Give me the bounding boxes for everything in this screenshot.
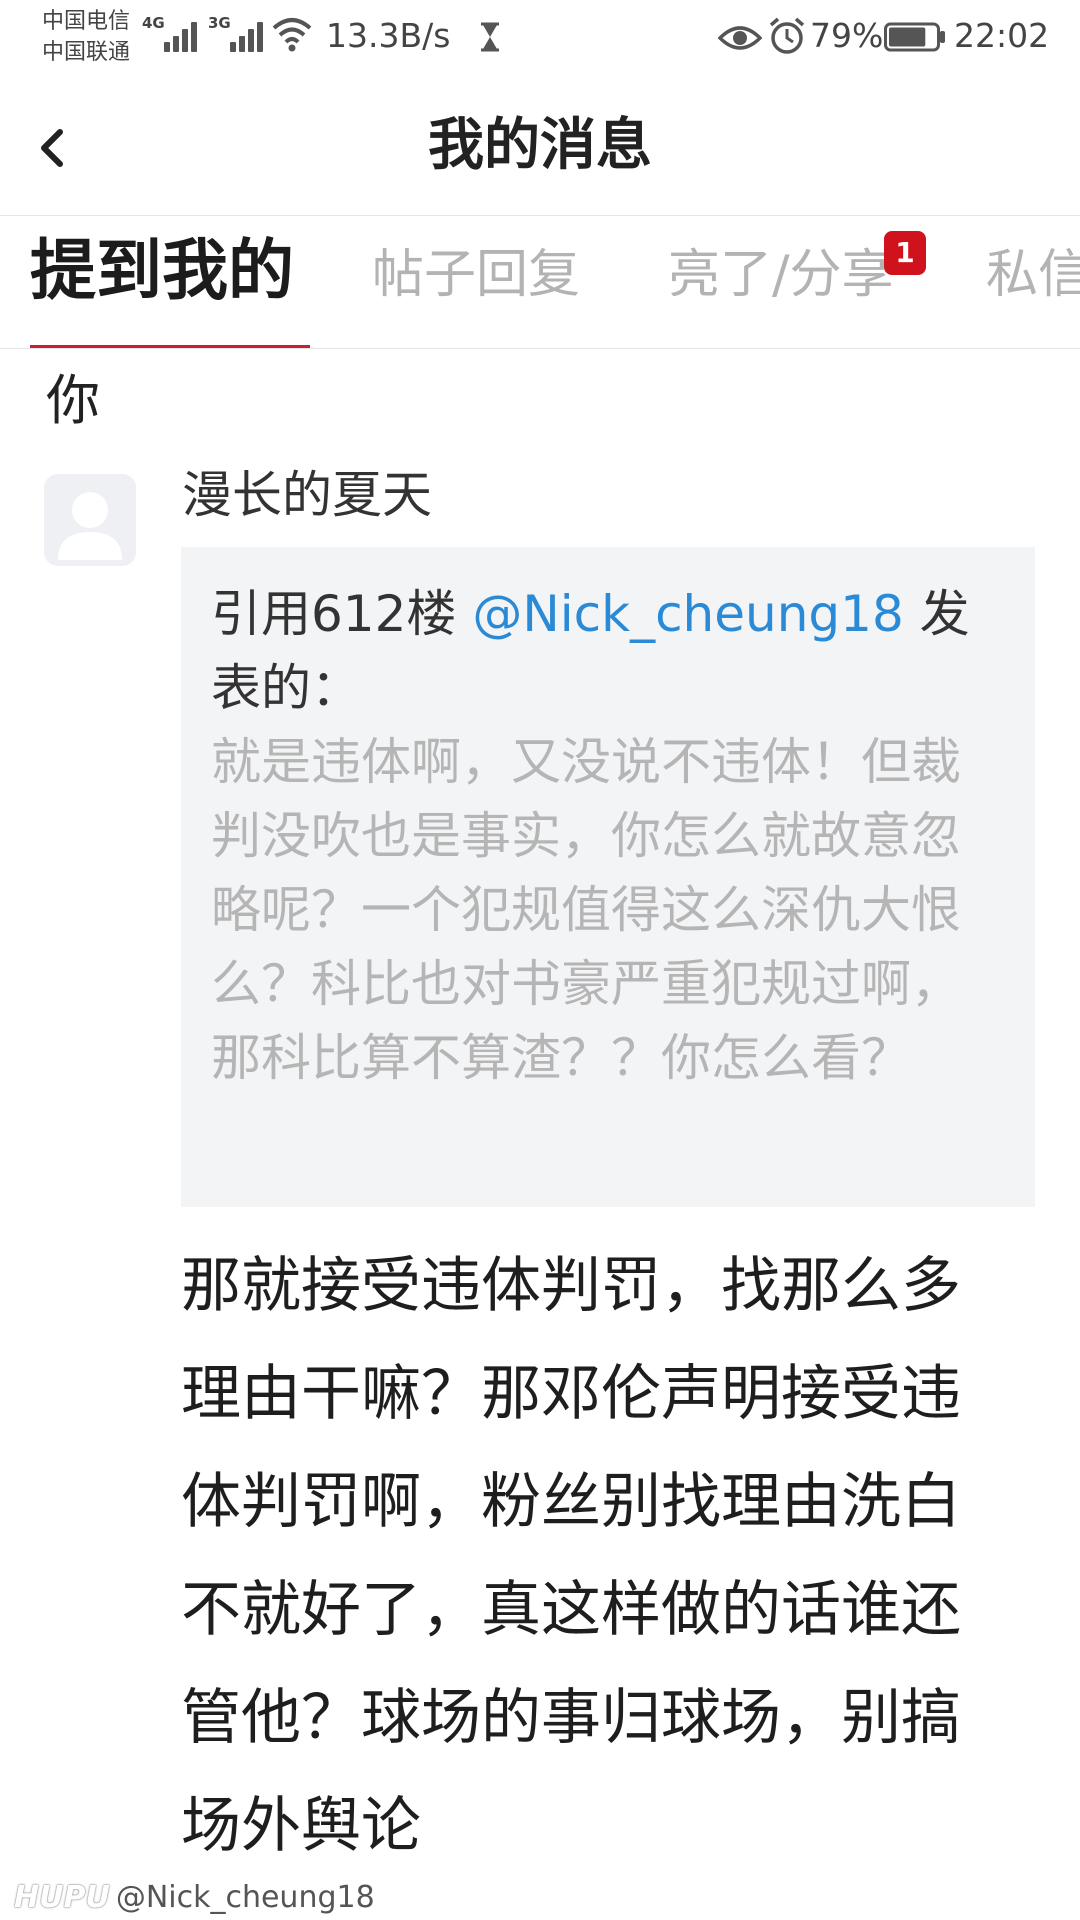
reply-text: 那就接受违体判罚，找那么多理由干嘛？那邓伦声明接受违体判罚啊，粉丝别找理由洗白不… — [181, 1251, 961, 1861]
tab-mentions[interactable]: 提到我的 — [30, 235, 294, 327]
alarm-icon — [769, 17, 805, 54]
net-type-1: 4G — [142, 14, 165, 32]
battery-icon — [884, 22, 945, 52]
tab-private-messages[interactable]: 私信 — [986, 239, 1080, 331]
active-tab-indicator — [30, 345, 310, 348]
network-speed: 13.3B/s — [326, 16, 451, 55]
mention-link[interactable]: @Nick_cheung18 — [472, 585, 903, 643]
header: 我的消息 — [0, 80, 1080, 216]
hourglass-icon — [481, 22, 499, 52]
quote-text: 就是违体啊，又没说不违体！但裁判没吹也是事实，你怎么就故意忽略呢？一个犯规值得这… — [211, 733, 961, 1087]
previous-message-fragment: 你 — [46, 369, 100, 432]
tab-post-replies[interactable]: 帖子回复 — [372, 239, 580, 331]
carrier-2: 中国联通 — [42, 40, 131, 65]
carrier-info: 中国电信 中国联通 — [42, 6, 130, 68]
status-bar: 中国电信 中国联通 4G 3G 13.3B/s 79% 22:02 — [0, 0, 1080, 80]
page-title: 我的消息 — [428, 113, 652, 178]
watermark: HUPU @Nick_cheung18 — [14, 1880, 375, 1916]
author-name[interactable]: 漫长的夏天 — [182, 462, 432, 528]
default-user-avatar-icon — [44, 474, 136, 566]
tab-bar: 提到我的 帖子回复 亮了/分享 1 私信 — [0, 217, 1080, 349]
eye-icon — [718, 26, 762, 50]
carrier-1: 中国电信 — [42, 9, 131, 34]
user-avatar[interactable] — [44, 474, 136, 566]
quote-prefix: 引用612楼 — [211, 585, 473, 643]
net-type-2: 3G — [208, 14, 231, 32]
tab-likes-shares[interactable]: 亮了/分享 — [668, 239, 894, 331]
quoted-post[interactable]: 引用612楼 @Nick_cheung18 发表的： 就是违体啊，又没说不违体！… — [181, 547, 1035, 1207]
watermark-handle: @Nick_cheung18 — [115, 1880, 375, 1915]
hupu-logo: HUPU — [14, 1880, 110, 1915]
clock: 22:02 — [954, 16, 1050, 55]
unread-badge: 1 — [884, 231, 926, 275]
wifi-icon — [272, 18, 312, 52]
battery-percent: 79% — [810, 16, 884, 55]
quote-header: 引用612楼 @Nick_cheung18 发表的： — [211, 577, 1005, 725]
